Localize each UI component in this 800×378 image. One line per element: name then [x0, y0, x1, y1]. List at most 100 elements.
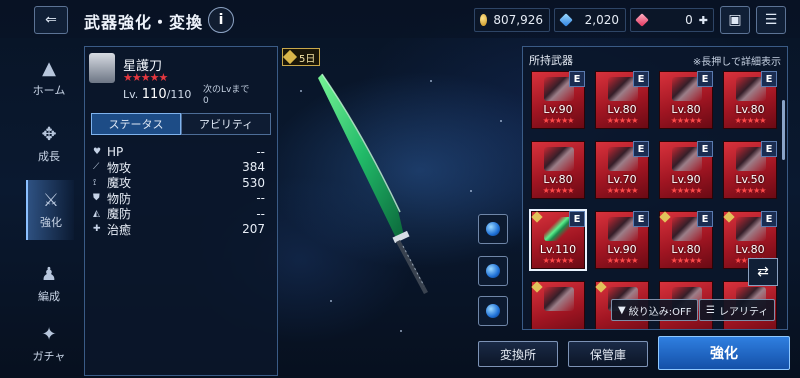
slot-level: Lv.80	[671, 103, 701, 116]
top-bar: ⇐ 武器強化・変換 i 807,926 2,020 0 ✚ ▣ ☰	[0, 0, 800, 38]
heal-icon: ✚	[93, 224, 101, 235]
slot-stars: ★★★★★	[606, 186, 639, 195]
weapon-slot[interactable]: E Lv.70 ★★★★★	[595, 141, 649, 199]
storage-button[interactable]: 保管庫	[568, 341, 648, 367]
slot-level: Lv.80	[735, 243, 765, 256]
slot-level: Lv.80	[607, 103, 637, 116]
item-box-button[interactable]: ▣	[720, 6, 750, 34]
weapon-slot[interactable]: E Lv.80★★★★★	[595, 71, 649, 129]
weapon-slot[interactable]: E Lv.80★★★★★	[723, 71, 777, 129]
stat-row: ⟋ 物攻 384	[93, 160, 265, 175]
nav-label: 強化	[40, 216, 62, 229]
weapon-slot[interactable]: E Lv.90 ★★★★★	[531, 71, 585, 129]
weapon-level: Lv. 110/110	[123, 87, 191, 102]
nav-item-enhance[interactable]: ⚔ 強化	[26, 180, 74, 240]
inventory-title: 所持武器	[529, 54, 573, 67]
stats-list: ♥ HP -- ⟋ 物攻 384 ⟟ 魔攻 530 ⛊ 物防 -- ◭ 魔防 -- ✚ 治癒 207	[93, 144, 265, 237]
slot-level: Lv.80	[671, 243, 701, 256]
weapon-slot-selected[interactable]: E Lv.110 ★★★★★	[529, 209, 587, 271]
weapon-slot[interactable]: E Lv.90 ★★★★★	[595, 211, 649, 269]
back-arrow-icon: ⇐	[45, 12, 57, 28]
weapon-slot[interactable]: E Lv.80★★★★★	[659, 71, 713, 129]
enhance-button[interactable]: 強化	[658, 336, 790, 370]
filter-button[interactable]: ▼ 絞り込み:OFF	[611, 299, 699, 321]
background-star	[330, 300, 332, 302]
inventory-scrollbar[interactable]	[782, 100, 785, 160]
next-lv-value: 0	[203, 96, 209, 106]
slot-stars: ★★★★★	[542, 116, 575, 125]
swap-arrows-icon: ⇄	[757, 264, 769, 280]
slot-stars: ★★★★★	[670, 116, 703, 125]
weapon-slot[interactable]: E Lv.50 ★★★★★	[723, 141, 777, 199]
weapon-thumbnail	[544, 147, 574, 171]
back-button[interactable]: ⇐	[34, 6, 68, 34]
stat-row: ⛊ 物防 --	[93, 191, 265, 206]
shield-icon: ⛊	[93, 193, 100, 204]
slot-stars: ★★★★★	[542, 256, 575, 265]
diamond-icon	[595, 281, 607, 293]
slot-stars: ★★★★★	[734, 186, 767, 195]
filter-label: 絞り込み:OFF	[628, 306, 692, 318]
slot-level: Lv.90	[671, 173, 701, 186]
nav-label: ガチャ	[32, 350, 66, 363]
gem-value: 0	[685, 13, 693, 27]
slot-stars: ★★★★★	[606, 116, 639, 125]
equipped-badge: E	[633, 141, 649, 157]
weapon-thumbnail	[544, 287, 574, 311]
slot-stars: ★★★★★	[606, 256, 639, 265]
weapon-sword-image	[318, 73, 428, 294]
home-icon: ▲	[42, 58, 56, 79]
sort-icon: ☰	[706, 304, 715, 316]
info-button[interactable]: i	[208, 7, 234, 33]
tab-status[interactable]: ステータス	[91, 113, 181, 135]
slot-stars: ★★★★★	[542, 186, 575, 195]
gem-counter: 0 ✚	[630, 8, 714, 32]
exchange-button[interactable]: 変換所	[478, 341, 558, 367]
party-icon: ♟	[40, 264, 58, 285]
add-gem-icon[interactable]: ✚	[699, 14, 708, 27]
weapon-rarity-stars: ★★★★★	[123, 71, 168, 84]
physical-attack-icon: ⟋	[93, 162, 100, 173]
slot-level: Lv.80	[735, 103, 765, 116]
owned-weapons-panel: 所持武器 ※長押しで詳細表示 E Lv.90 ★★★★★ E Lv.80 ★★★★★ E…	[522, 46, 788, 330]
weapon-slot[interactable]: E Lv.80★★★★★	[659, 211, 713, 269]
swap-order-button[interactable]: ⇄	[748, 258, 778, 286]
background-star	[400, 330, 402, 332]
nav-item-growth[interactable]: ✥ 成長	[26, 114, 72, 174]
slot-level: Lv.70	[607, 173, 637, 186]
weapon-detail-panel: 星護刀 ★★★★★ Lv. 110/110 次のLvまで 0 ステータス アビリ…	[84, 46, 278, 376]
equipped-badge: E	[761, 71, 777, 87]
nav-item-gacha[interactable]: ✦ ガチャ	[26, 314, 72, 374]
nav-label: 編成	[38, 290, 60, 303]
tab-ability[interactable]: アビリティ	[181, 113, 271, 135]
equipped-badge: E	[697, 141, 713, 157]
weapon-slot[interactable]: E Lv.90 ★★★★★	[659, 141, 713, 199]
slot-stars: ★★★★★	[734, 116, 767, 125]
lv-current: 110	[141, 87, 167, 102]
skin-button-3[interactable]	[478, 296, 508, 326]
blue-crystal-icon	[559, 13, 573, 27]
nav-label: 成長	[38, 150, 60, 163]
crystal-counter: 2,020	[554, 8, 626, 32]
inventory-hint: ※長押しで詳細表示	[692, 57, 781, 68]
character-avatar	[89, 53, 115, 83]
nav-item-home[interactable]: ▲ ホーム	[26, 48, 72, 108]
skin-button-1[interactable]	[478, 214, 508, 244]
equipped-badge: E	[697, 71, 713, 87]
menu-button[interactable]: ☰	[756, 6, 786, 34]
weapon-slot[interactable]	[531, 281, 585, 329]
slot-stars: ★★★★★	[670, 256, 703, 265]
nav-item-party[interactable]: ♟ 編成	[26, 254, 72, 314]
sort-button[interactable]: ☰ レアリティ	[699, 299, 776, 321]
magic-defense-icon: ◭	[93, 208, 100, 219]
skin-button-2[interactable]	[478, 256, 508, 286]
slot-level: Lv.80	[543, 173, 573, 186]
growth-icon: ✥	[41, 124, 57, 145]
stat-row: ✚ 治癒 207	[93, 222, 265, 237]
stat-row: ♥ HP --	[93, 144, 265, 159]
diamond-icon	[531, 281, 543, 293]
weapon-slot[interactable]: Lv.80 ★★★★★	[531, 141, 585, 199]
red-gem-icon	[635, 13, 649, 27]
diamond-icon	[723, 211, 735, 223]
diamond-icon	[659, 211, 671, 223]
